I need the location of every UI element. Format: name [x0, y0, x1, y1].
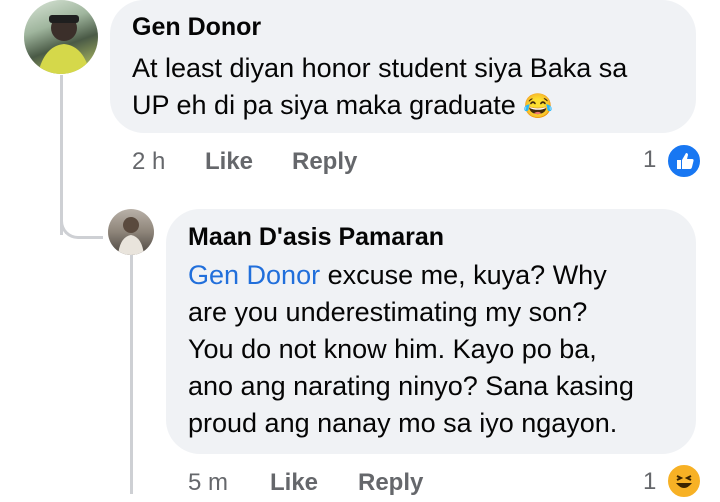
reply-button-1[interactable]: Reply: [292, 148, 357, 176]
comment-time-1[interactable]: 2 h: [132, 148, 165, 176]
comment-text-1-line2: UP eh di pa siya maka graduate 😂: [132, 90, 553, 121]
avatar-person-icon: [38, 15, 90, 74]
comment-text-2-line1-text: excuse me, kuya? Why: [320, 260, 607, 290]
mention-link[interactable]: Gen Donor: [188, 260, 320, 290]
avatar-gen-donor[interactable]: [24, 0, 98, 74]
like-button-1[interactable]: Like: [205, 148, 253, 176]
comment-text-1-line2-text: UP eh di pa siya maka graduate: [132, 90, 516, 120]
comment-text-2-line2: are you underestimating my son?: [188, 297, 588, 327]
comment-author-2[interactable]: Maan D'asis Pamaran: [188, 223, 444, 252]
avatar-maan-dasis-pamaran[interactable]: [108, 209, 154, 255]
like-thumb-icon[interactable]: [666, 143, 702, 179]
like-button-2[interactable]: Like: [270, 469, 318, 497]
laughing-emoji-icon: 😂: [523, 93, 554, 120]
thread-line-reply: [130, 254, 133, 494]
reaction-count-1[interactable]: 1: [643, 146, 656, 174]
comment-text-2-line1: Gen Donor excuse me, kuya? Why: [188, 260, 607, 291]
reply-button-2[interactable]: Reply: [358, 469, 423, 497]
comment-text-1-line1: At least diyan honor student siya Baka s…: [132, 53, 628, 83]
comment-text-2-line3: You do not know him. Kayo po ba,: [188, 334, 597, 364]
comment-author-1[interactable]: Gen Donor: [132, 13, 261, 42]
comment-text-2-line5: proud ang nanay mo sa iyo ngayon.: [188, 408, 618, 438]
comment-text-2-line4: ano ang narating ninyo? Sana kasing: [188, 371, 634, 401]
avatar-person-icon: [118, 217, 144, 255]
reaction-count-2[interactable]: 1: [643, 468, 656, 496]
thread-line-curve: [60, 200, 103, 239]
comment-time-2[interactable]: 5 m: [188, 469, 228, 497]
